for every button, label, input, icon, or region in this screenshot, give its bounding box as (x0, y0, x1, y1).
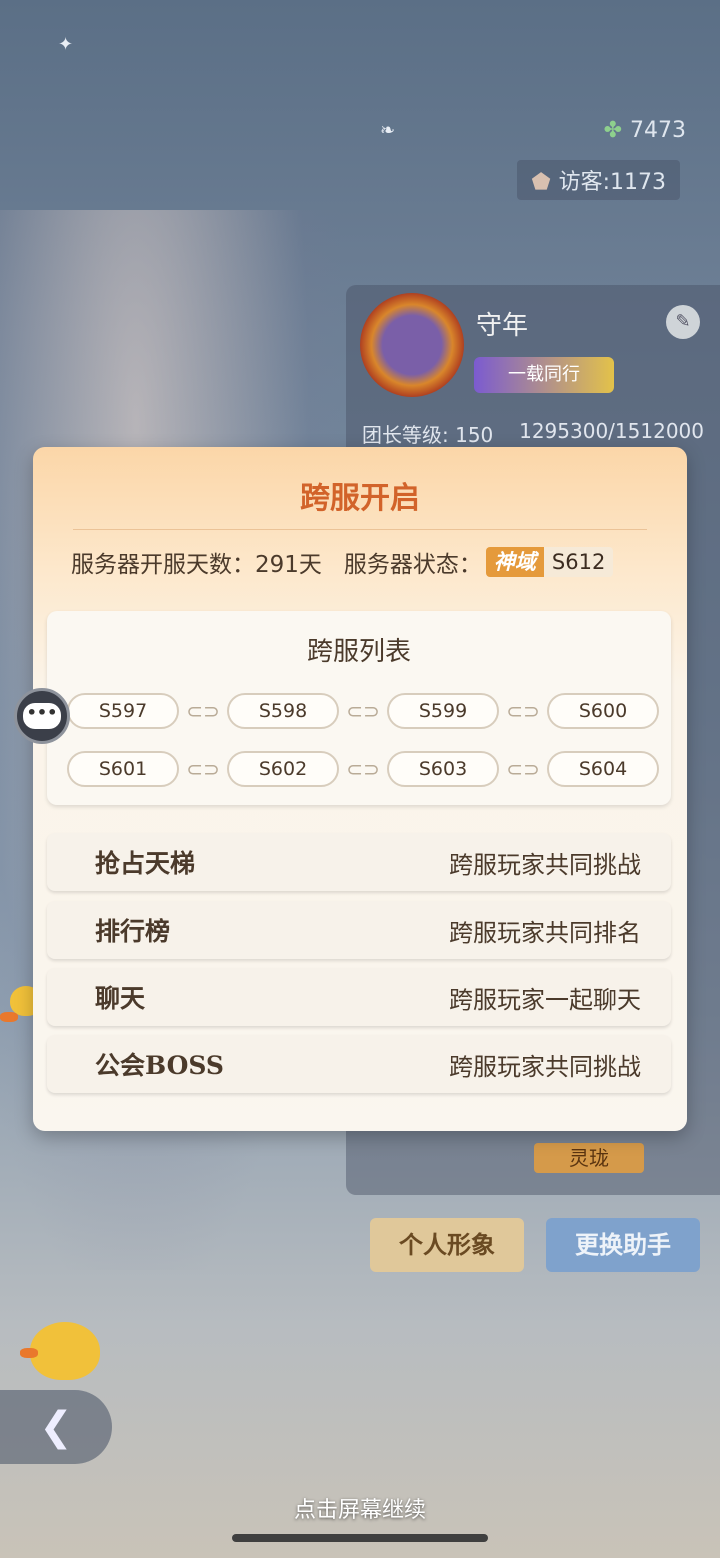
server-info: 服务器开服天数： 291天 服务器状态： 神域 S612 (71, 545, 614, 579)
feature-desc: 跨服玩家共同排名 (449, 918, 641, 947)
realm-badge: 神域 (485, 547, 544, 577)
server-row: S597 ⊂⊃ S598 ⊂⊃ S599 ⊂⊃ S600 (67, 693, 659, 729)
server-pill: S601 (67, 751, 179, 787)
feature-desc: 跨服玩家共同挑战 (449, 850, 641, 879)
back-button[interactable]: ❮ (0, 1390, 112, 1464)
change-assistant-button[interactable]: 更换助手 (546, 1218, 700, 1272)
server-row: S601 ⊂⊃ S602 ⊂⊃ S603 ⊂⊃ S604 (67, 751, 659, 787)
feature-row-ranking[interactable]: 排行榜 跨服玩家共同排名 (47, 901, 671, 959)
link-icon: ⊂⊃ (186, 699, 220, 723)
feature-desc: 跨服玩家一起聊天 (449, 985, 641, 1014)
home-indicator[interactable] (232, 1534, 488, 1542)
link-icon: ⊂⊃ (506, 699, 540, 723)
server-pill: S603 (387, 751, 499, 787)
link-icon: ⊂⊃ (346, 699, 380, 723)
link-icon: ⊂⊃ (346, 757, 380, 781)
server-list-title: 跨服列表 (306, 637, 411, 667)
avatar[interactable] (360, 293, 464, 397)
feature-desc: 跨服玩家共同挑战 (449, 1052, 641, 1081)
profile-name: 守年 (476, 311, 529, 341)
clover-stat: ✤ 7473 (603, 118, 686, 143)
link-icon: ⊂⊃ (506, 757, 540, 781)
feature-name: 聊天 (95, 984, 146, 1013)
open-days-label: 服务器开服天数： (71, 552, 255, 578)
feature-name: 排行榜 (95, 917, 171, 946)
server-pill: S599 (387, 693, 499, 729)
level-row: 团长等级: 150 1295300/1512000 (362, 419, 704, 448)
server-pill: S597 (67, 693, 179, 729)
server-pill: S602 (227, 751, 339, 787)
dialog-title: 跨服开启 (300, 481, 420, 516)
server-list-panel: 跨服列表 S597 ⊂⊃ S598 ⊂⊃ S599 ⊂⊃ S600 S601 ⊂… (47, 611, 671, 805)
exp-value: 1295300/1512000 (519, 419, 704, 443)
duck-decoration (20, 1322, 100, 1380)
open-days-value: 291天 (255, 552, 322, 578)
sparkle-icon: ✦ (58, 34, 74, 55)
cross-server-dialog: 跨服开启 服务器开服天数： 291天 服务器状态： 神域 S612 跨服列表 S5… (33, 447, 687, 1131)
status-label: 服务器状态： (343, 552, 482, 578)
back-arrow-icon: ❮ (39, 1404, 73, 1450)
chat-bubble-button[interactable]: ••• (14, 688, 70, 744)
link-icon: ⊂⊃ (186, 757, 220, 781)
server-code: S612 (543, 547, 614, 577)
feature-row-chat[interactable]: 聊天 跨服玩家一起聊天 (47, 968, 671, 1026)
feature-row-guild-boss[interactable]: 公会BOSS 跨服玩家共同挑战 (47, 1035, 671, 1093)
server-pill: S598 (227, 693, 339, 729)
visitor-stat: ⬟ 访客:1173 (517, 160, 680, 200)
edit-icon[interactable]: ✎ (666, 305, 700, 339)
level-label: 团长等级: 150 (362, 423, 494, 447)
feature-name: 公会BOSS (95, 1051, 224, 1080)
feature-row-ladder[interactable]: 抢占天梯 跨服玩家共同挑战 (47, 833, 671, 891)
title-divider (73, 529, 647, 530)
feature-name: 抢占天梯 (95, 849, 196, 878)
server-pill: S600 (547, 693, 659, 729)
feather-icon: ❧ (380, 120, 396, 141)
assistant-name: 灵珑 (534, 1143, 644, 1173)
tap-to-continue-text[interactable]: 点击屏幕继续 (0, 1492, 720, 1524)
chat-dots-icon: ••• (23, 703, 61, 729)
title-badge: 一载同行 (474, 357, 614, 393)
clover-icon: ✤ (603, 118, 622, 143)
location-pin-icon: ⬟ (531, 170, 551, 195)
server-pill: S604 (547, 751, 659, 787)
personal-image-button[interactable]: 个人形象 (370, 1218, 524, 1272)
